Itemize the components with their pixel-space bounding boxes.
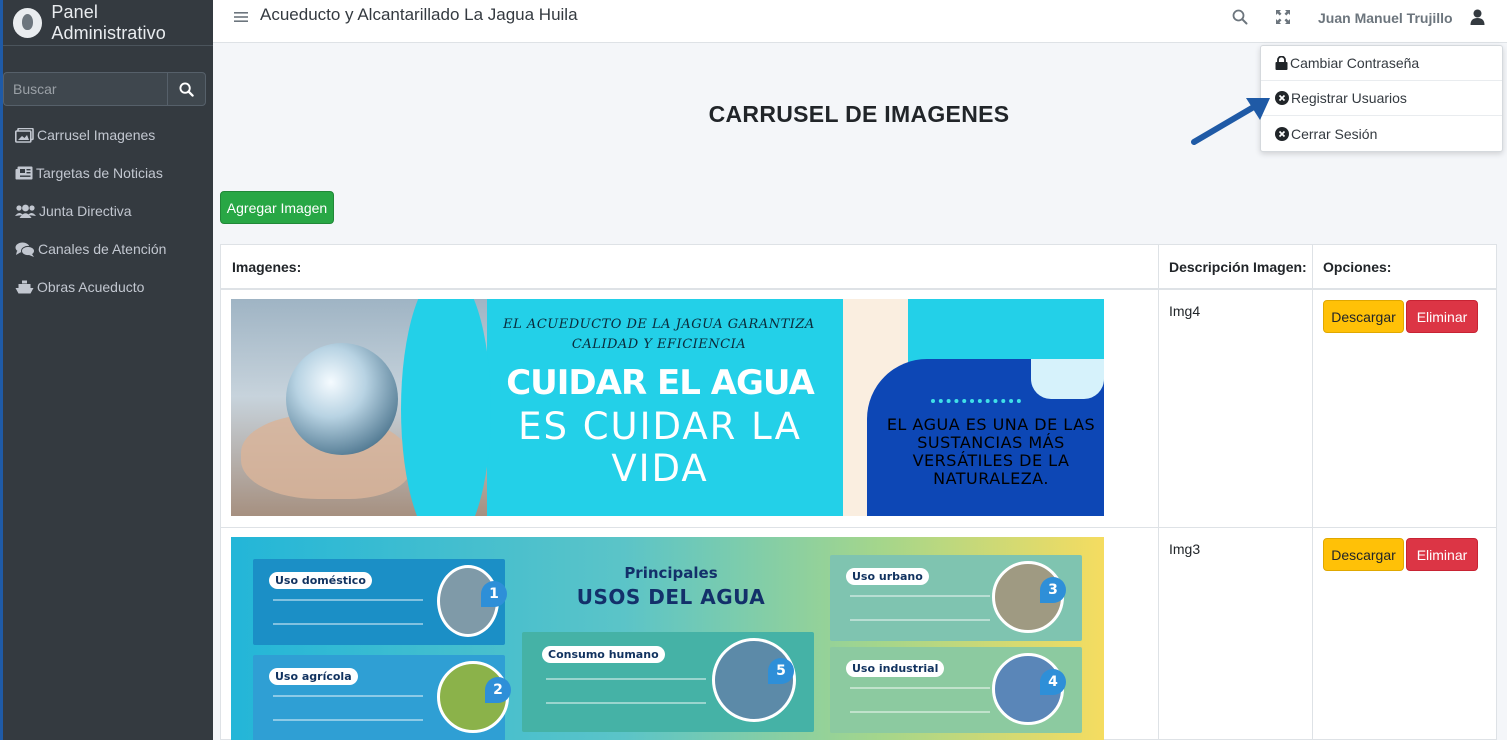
- add-image-button[interactable]: Agregar Imagen: [220, 191, 334, 224]
- sidebar-item-obras[interactable]: Obras Acueducto: [3, 268, 213, 306]
- images-icon: [15, 127, 34, 143]
- glass-sphere: [286, 343, 398, 455]
- dropdown-item-change-password[interactable]: Cambiar Contraseña: [1261, 46, 1502, 81]
- navbar-search-button[interactable]: [1232, 9, 1248, 30]
- search-icon: [179, 81, 194, 97]
- card-uso-agricola: Uso agrícola 2: [253, 655, 511, 740]
- banner-mid-text: ES CUIDAR LA VIDA: [518, 405, 802, 490]
- images-table: Imagenes: Descripción Imagen: Opciones: …: [220, 244, 1497, 740]
- circle-x-icon: [1275, 126, 1289, 141]
- sidebar-item-carrusel[interactable]: Carrusel Imagenes: [3, 116, 213, 154]
- sidebar-item-junta[interactable]: Junta Directiva: [3, 192, 213, 230]
- dropdown-item-label: Cambiar Contraseña: [1290, 55, 1420, 71]
- comments-icon: [15, 242, 35, 257]
- banner-title-main: USOS DEL AGUA: [576, 585, 766, 609]
- image-description: Img4: [1169, 303, 1201, 319]
- card-title: Uso agrícola: [269, 668, 358, 685]
- banner-title-top: Principales: [624, 564, 718, 582]
- carousel-image-img4: EL ACUEDUCTO DE LA JAGUA GARANTIZA CALID…: [231, 299, 1104, 516]
- brand-logo: [13, 7, 43, 38]
- user-icon: [1470, 9, 1485, 25]
- banner-water-drip: [1031, 359, 1104, 399]
- header-images: Imagenes:: [232, 259, 302, 275]
- card-number: 5: [768, 658, 794, 684]
- top-navbar: Acueducto y Alcantarillado La Jagua Huil…: [213, 0, 1507, 43]
- sidebar-item-label: Canales de Atención: [38, 241, 167, 257]
- card-uso-urbano: Uso urbano 3: [830, 555, 1082, 641]
- dropdown-item-label: Cerrar Sesión: [1291, 125, 1378, 142]
- header-description: Descripción Imagen:: [1169, 259, 1307, 275]
- delete-button[interactable]: Eliminar: [1406, 538, 1478, 571]
- sidebar-item-label: Junta Directiva: [39, 203, 132, 219]
- column-divider: [1158, 245, 1159, 739]
- dropdown-item-label: Registrar Usuarios: [1291, 90, 1407, 106]
- card-text-lines: [546, 678, 706, 704]
- sidebar-item-canales[interactable]: Canales de Atención: [3, 230, 213, 268]
- brand-text: Panel Administrativo: [51, 1, 166, 43]
- banner-big-text: CUIDAR EL AGUA: [506, 363, 815, 403]
- users-icon: [15, 204, 36, 218]
- sidebar-item-label: Targetas de Noticias: [36, 165, 163, 181]
- download-button[interactable]: Descargar: [1323, 300, 1404, 333]
- sidebar-nav: Carrusel Imagenes Targetas de Noticias J…: [3, 116, 213, 306]
- card-number: 2: [485, 677, 511, 703]
- card-number: 1: [481, 581, 507, 607]
- circle-x-icon: [1275, 91, 1289, 105]
- dropdown-item-register-users[interactable]: Registrar Usuarios: [1261, 81, 1502, 116]
- delete-button[interactable]: Eliminar: [1406, 300, 1478, 333]
- banner-small-text: EL ACUEDUCTO DE LA JAGUA GARANTIZA CALID…: [503, 317, 815, 352]
- card-consumo-humano: Consumo humano 5: [522, 632, 814, 732]
- card-title: Uso industrial: [846, 660, 945, 677]
- card-text-lines: [850, 595, 990, 621]
- page-title: CARRUSEL DE IMAGENES: [708, 101, 1010, 127]
- image-description: Img3: [1169, 541, 1201, 557]
- user-name[interactable]: Juan Manuel Trujillo: [1318, 10, 1453, 26]
- sidebar-search: [3, 72, 206, 106]
- card-title: Uso doméstico: [269, 572, 372, 589]
- sidebar-item-noticias[interactable]: Targetas de Noticias: [3, 154, 213, 192]
- annotation-arrow: [1191, 98, 1270, 145]
- newspaper-icon: [15, 166, 33, 180]
- app-title: Acueducto y Alcantarillado La Jagua Huil…: [260, 5, 578, 24]
- hamburger-icon: [234, 12, 248, 22]
- card-uso-industrial: Uso industrial 4: [830, 647, 1082, 733]
- carousel-image-img3: Uso doméstico 1 Uso agrícola 2 Principal…: [231, 537, 1104, 740]
- card-title: Consumo humano: [542, 646, 665, 663]
- header-divider: [221, 288, 1496, 290]
- fullscreen-button[interactable]: [1276, 10, 1290, 29]
- banner-curve: [401, 299, 491, 516]
- user-dropdown-menu: Cambiar Contraseña Registrar Usuarios Ce…: [1260, 45, 1503, 152]
- banner-side-text: EL AGUA ES UNA DE LAS SUSTANCIAS MÁS VER…: [886, 415, 1096, 488]
- header-options: Opciones:: [1323, 259, 1392, 275]
- card-title: Uso urbano: [846, 568, 929, 585]
- search-input[interactable]: [3, 72, 167, 106]
- card-text-lines: [273, 695, 423, 721]
- download-button[interactable]: Descargar: [1323, 538, 1404, 571]
- sidebar-item-label: Obras Acueducto: [37, 279, 145, 295]
- sidebar-item-label: Carrusel Imagenes: [37, 127, 156, 143]
- row-divider: [221, 527, 1496, 528]
- column-divider: [1312, 245, 1313, 739]
- card-text-lines: [273, 599, 423, 625]
- card-number: 3: [1040, 577, 1066, 603]
- dropdown-item-logout[interactable]: Cerrar Sesión: [1261, 116, 1502, 151]
- banner-dots: [931, 399, 1021, 403]
- sidebar: Panel Administrativo Carrusel Imagenes T…: [0, 0, 213, 740]
- user-menu-toggle[interactable]: [1470, 9, 1485, 30]
- search-icon: [1232, 9, 1248, 25]
- brand-link[interactable]: Panel Administrativo: [3, 0, 213, 46]
- ship-icon: [15, 280, 34, 294]
- lock-icon: [1275, 56, 1288, 70]
- search-button[interactable]: [167, 72, 206, 106]
- card-number: 4: [1040, 669, 1066, 695]
- menu-toggle[interactable]: [234, 10, 248, 29]
- expand-arrows-icon: [1276, 10, 1290, 24]
- card-uso-domestico: Uso doméstico 1: [253, 559, 507, 645]
- card-text-lines: [850, 687, 990, 713]
